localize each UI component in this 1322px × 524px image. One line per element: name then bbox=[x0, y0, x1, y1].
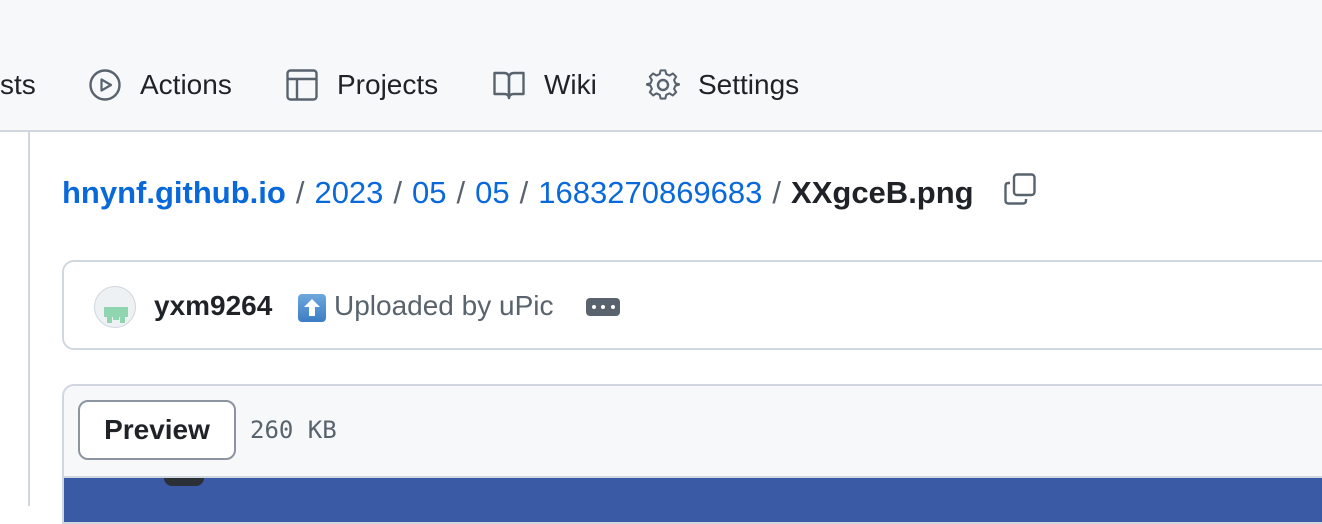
nav-tab-actions[interactable]: Actions bbox=[88, 62, 232, 108]
copy-icon bbox=[1003, 172, 1037, 214]
nav-tab-projects[interactable]: Projects bbox=[285, 62, 438, 108]
nav-tab-label: sts bbox=[0, 69, 36, 100]
breadcrumb: hnynf.github.io / 2023 / 05 / 05 / 16832… bbox=[62, 170, 1038, 216]
sidebar-divider bbox=[28, 132, 30, 506]
file-size: 260 KB bbox=[250, 416, 337, 444]
breadcrumb-separator: / bbox=[519, 175, 529, 210]
latest-commit-box: yxm9264 Uploaded by uPic bbox=[62, 260, 1322, 350]
image-preview bbox=[64, 476, 1322, 522]
nav-tab-label: Wiki bbox=[544, 69, 597, 100]
nav-tab-settings[interactable]: Settings bbox=[646, 62, 799, 108]
breadcrumb-dir-link[interactable]: 05 bbox=[412, 175, 446, 211]
file-viewer: Preview 260 KB bbox=[62, 384, 1322, 524]
breadcrumb-separator: / bbox=[295, 175, 305, 210]
image-content bbox=[164, 478, 204, 486]
table-icon bbox=[285, 68, 319, 102]
breadcrumb-separator: / bbox=[772, 175, 782, 210]
ellipsis-icon[interactable] bbox=[586, 298, 620, 316]
up-arrow-emoji-icon bbox=[298, 294, 326, 322]
nav-tab-label: Actions bbox=[140, 69, 232, 100]
avatar[interactable] bbox=[94, 286, 136, 328]
breadcrumb-dir-link[interactable]: 1683270869683 bbox=[538, 175, 762, 211]
play-icon bbox=[88, 68, 122, 102]
breadcrumb-separator: / bbox=[456, 175, 466, 210]
book-icon bbox=[492, 68, 526, 102]
commit-message-link[interactable]: Uploaded by uPic bbox=[334, 290, 553, 322]
commit-author-link[interactable]: yxm9264 bbox=[154, 290, 272, 322]
breadcrumb-repo-link[interactable]: hnynf.github.io bbox=[62, 175, 286, 211]
nav-tab-label: Settings bbox=[698, 69, 800, 100]
copy-path-button[interactable] bbox=[1002, 172, 1038, 214]
breadcrumb-dir-link[interactable]: 05 bbox=[475, 175, 509, 211]
repo-header: sts Actions Projects Wiki Settings bbox=[0, 0, 1322, 132]
gear-icon bbox=[646, 68, 680, 102]
nav-tab-wiki[interactable]: Wiki bbox=[492, 62, 597, 108]
breadcrumb-separator: / bbox=[393, 175, 403, 210]
preview-tab-button[interactable]: Preview bbox=[78, 400, 236, 460]
nav-tab-label: Projects bbox=[337, 69, 439, 100]
breadcrumb-dir-link[interactable]: 2023 bbox=[314, 175, 383, 211]
nav-tab-pull-requests[interactable]: sts bbox=[0, 62, 36, 108]
breadcrumb-current-file: XXgceB.png bbox=[791, 175, 974, 210]
